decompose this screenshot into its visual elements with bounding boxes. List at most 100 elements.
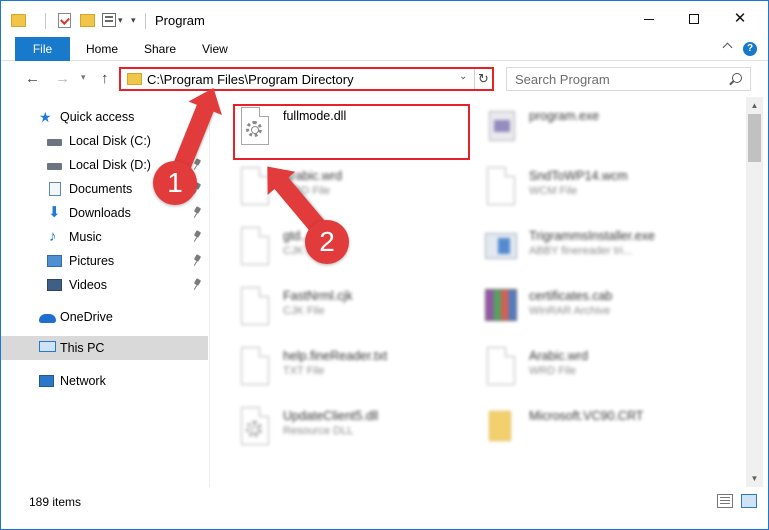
up-button[interactable]: ↑ [101, 70, 109, 87]
details-view-icon[interactable] [717, 494, 733, 508]
download-icon: ⬇ [48, 204, 61, 221]
close-icon: ✕ [733, 10, 747, 27]
minimize-button[interactable] [626, 1, 672, 37]
large-icons-view-icon[interactable] [741, 494, 757, 508]
highlight-box [233, 104, 470, 160]
sidebar-item-label: This PC [60, 341, 105, 355]
file-name: SndToWP14.wcm [529, 169, 628, 183]
disk-icon [47, 163, 62, 170]
status-bar: 189 items [1, 489, 768, 529]
installer-icon [485, 233, 517, 259]
sidebar-item-label: Quick access [60, 110, 135, 124]
pin-icon[interactable] [194, 159, 201, 170]
file-name: Arabic.wrd [529, 349, 589, 363]
file-item[interactable]: Microsoft.VC90.CRT [481, 403, 721, 459]
sidebar-item-label: Network [60, 374, 106, 388]
tab-view[interactable]: View [202, 37, 228, 61]
address-bar[interactable]: C:\Program Files\Program Directory ⌄ ↻ [119, 67, 494, 91]
sidebar-item-quick-access[interactable]: ★ Quick access [1, 105, 208, 129]
file-icon [483, 167, 517, 209]
new-folder-icon[interactable] [80, 14, 95, 27]
search-icon[interactable] [732, 73, 742, 83]
sidebar-item-videos[interactable]: Videos [1, 273, 208, 297]
installer-icon [483, 227, 517, 269]
file-item[interactable]: TrigrammsInstaller.exe ABBY finereader t… [481, 223, 721, 279]
folder-icon [127, 73, 142, 85]
recent-locations-icon[interactable]: ▾ [81, 72, 86, 83]
expand-ribbon-icon[interactable] [722, 43, 734, 55]
search-input[interactable]: Search Program [515, 72, 610, 87]
chevron-down-icon[interactable]: ▾ [118, 15, 123, 26]
exe-icon [483, 107, 517, 149]
pin-icon[interactable] [194, 231, 201, 242]
computer-icon [39, 341, 56, 352]
help-icon[interactable]: ? [743, 42, 757, 56]
sidebar-item-network[interactable]: Network [1, 369, 208, 393]
file-icon [237, 227, 271, 269]
gear-icon [246, 421, 262, 437]
sidebar-item-label: Videos [69, 278, 107, 292]
file-page-icon [241, 347, 269, 385]
pin-icon[interactable] [194, 255, 201, 266]
dll-gear-icon [237, 407, 271, 449]
title-bar: ▾ ▾ Program ✕ [1, 1, 768, 37]
file-icon [483, 347, 517, 389]
file-name: Microsoft.VC90.CRT [529, 409, 644, 423]
sidebar-item-onedrive[interactable]: OneDrive [1, 305, 208, 329]
folder-icon [483, 407, 517, 449]
winrar-icon [485, 289, 517, 321]
winrar-icon [483, 287, 517, 329]
file-name: TrigrammsInstaller.exe [529, 229, 655, 243]
exe-icon [489, 111, 515, 141]
file-page-icon [487, 347, 515, 385]
file-type: CJK File [283, 305, 325, 317]
separator [145, 13, 146, 29]
properties-icon[interactable] [58, 13, 71, 28]
maximize-icon [689, 14, 699, 25]
vertical-scrollbar[interactable]: ▲ ▼ [746, 97, 763, 487]
tab-home[interactable]: Home [86, 37, 118, 61]
sidebar-item-this-pc[interactable]: This PC [1, 336, 208, 360]
sidebar-item-label: Pictures [69, 254, 115, 268]
file-item-program-exe[interactable]: program.exe [481, 103, 721, 159]
customize-quick-access-icon[interactable]: ▾ [131, 15, 136, 26]
folder-icon [11, 14, 26, 27]
scroll-down-icon[interactable]: ▼ [746, 470, 763, 487]
file-item[interactable]: UpdateClient5.dll Resource DLL [235, 403, 475, 459]
file-item[interactable]: SndToWP14.wcm WCM File [481, 163, 721, 219]
videos-icon [47, 279, 62, 291]
search-box[interactable]: Search Program [506, 67, 751, 91]
sidebar-item-label: Documents [69, 182, 133, 196]
scroll-thumb[interactable] [748, 114, 761, 162]
address-path[interactable]: C:\Program Files\Program Directory [147, 72, 354, 87]
file-name: UpdateClient5.dll [283, 409, 379, 423]
file-type: ABBY finereader tri... [529, 245, 633, 257]
star-icon: ★ [39, 109, 52, 125]
file-item[interactable]: Arabic.wrd WRD File [481, 343, 721, 399]
tab-file[interactable]: File [15, 37, 70, 61]
refresh-icon[interactable]: ↻ [474, 69, 492, 89]
pin-icon[interactable] [194, 207, 201, 218]
back-button[interactable]: ← [25, 70, 40, 87]
scroll-up-icon[interactable]: ▲ [746, 97, 763, 114]
sidebar-item-music[interactable]: ♪ Music [1, 225, 208, 249]
file-item[interactable]: certificates.cab WinRAR Archive [481, 283, 721, 339]
close-button[interactable]: ✕ [717, 1, 763, 37]
maximize-button[interactable] [671, 1, 717, 37]
sidebar-item-pictures[interactable]: Pictures [1, 249, 208, 273]
sidebar-item-label: Local Disk (C:) [69, 134, 151, 148]
sidebar-item-label: Music [69, 230, 102, 244]
forward-button[interactable]: → [55, 70, 70, 87]
file-item[interactable]: help.fineReader.txt TXT File [235, 343, 475, 399]
tab-share[interactable]: Share [144, 37, 176, 61]
view-options-icon[interactable] [102, 13, 116, 27]
file-item[interactable]: gtd... CJK File [235, 223, 475, 279]
file-page-icon [487, 167, 515, 205]
chevron-down-icon[interactable]: ⌄ [459, 71, 467, 82]
sidebar-item-local-disk-c[interactable]: Local Disk (C:) [1, 129, 208, 153]
separator [45, 13, 46, 29]
file-item[interactable]: FastNrml.cjk CJK File [235, 283, 475, 339]
navigation-bar: ← → ▾ ↑ C:\Program Files\Program Directo… [1, 62, 768, 96]
file-icon [237, 287, 271, 329]
pin-icon[interactable] [194, 279, 201, 290]
